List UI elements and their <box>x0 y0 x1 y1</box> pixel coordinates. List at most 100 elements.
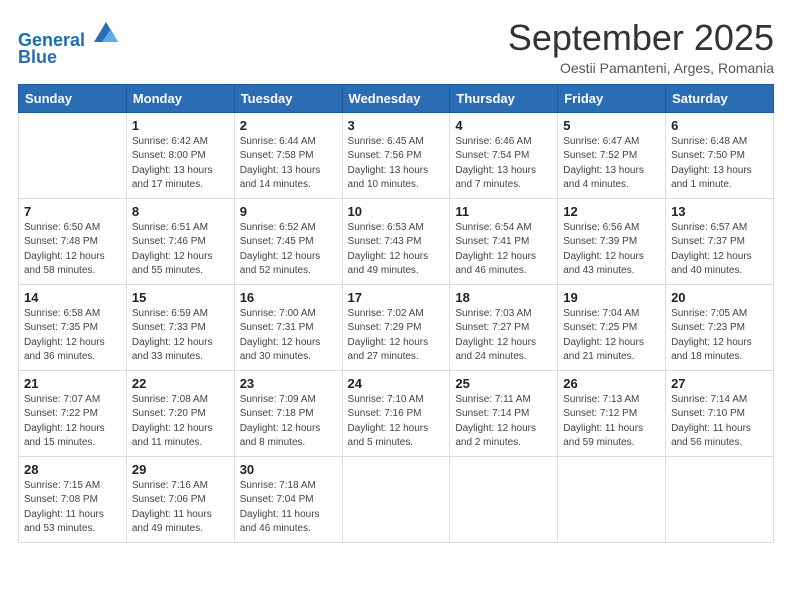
day-number: 17 <box>348 290 445 305</box>
day-number: 4 <box>455 118 552 133</box>
day-info: Sunrise: 7:10 AMSunset: 7:16 PMDaylight:… <box>348 393 445 451</box>
day-number: 27 <box>671 376 768 391</box>
calendar-week-5: 28 Sunrise: 7:15 AMSunset: 7:08 PMDayligh… <box>19 456 774 542</box>
day-number: 22 <box>132 376 229 391</box>
day-number: 15 <box>132 290 229 305</box>
calendar-cell: 16 Sunrise: 7:00 AMSunset: 7:31 PMDayligh… <box>234 284 342 370</box>
day-number: 1 <box>132 118 229 133</box>
calendar-cell: 3Sunrise: 6:45 AMSunset: 7:56 PMDaylight… <box>342 112 450 198</box>
calendar-cell: 27 Sunrise: 7:14 AMSunset: 7:10 PMDayligh… <box>666 370 774 456</box>
col-header-monday: Monday <box>126 84 234 112</box>
day-number: 30 <box>240 462 337 477</box>
col-header-sunday: Sunday <box>19 84 127 112</box>
day-number: 3 <box>348 118 445 133</box>
calendar: SundayMondayTuesdayWednesdayThursdayFrid… <box>18 84 774 543</box>
day-info: Sunrise: 6:53 AMSunset: 7:43 PMDaylight:… <box>348 221 445 279</box>
calendar-cell: 14 Sunrise: 6:58 AMSunset: 7:35 PMDayligh… <box>19 284 127 370</box>
day-number: 21 <box>24 376 121 391</box>
day-info: Sunrise: 6:54 AMSunset: 7:41 PMDaylight:… <box>455 221 552 279</box>
day-number: 19 <box>563 290 660 305</box>
day-number: 18 <box>455 290 552 305</box>
calendar-cell: 23 Sunrise: 7:09 AMSunset: 7:18 PMDayligh… <box>234 370 342 456</box>
day-info: Sunrise: 6:57 AMSunset: 7:37 PMDaylight:… <box>671 221 768 279</box>
calendar-week-3: 14 Sunrise: 6:58 AMSunset: 7:35 PMDayligh… <box>19 284 774 370</box>
calendar-cell: 2Sunrise: 6:44 AMSunset: 7:58 PMDaylight… <box>234 112 342 198</box>
month-title: September 2025 <box>508 18 774 58</box>
col-header-friday: Friday <box>558 84 666 112</box>
day-number: 26 <box>563 376 660 391</box>
day-info: Sunrise: 6:52 AMSunset: 7:45 PMDaylight:… <box>240 221 337 279</box>
day-number: 23 <box>240 376 337 391</box>
day-info: Sunrise: 6:42 AMSunset: 8:00 PMDaylight:… <box>132 135 229 193</box>
calendar-cell: 10 Sunrise: 6:53 AMSunset: 7:43 PMDayligh… <box>342 198 450 284</box>
calendar-cell <box>450 456 558 542</box>
calendar-cell: 7Sunrise: 6:50 AMSunset: 7:48 PMDaylight… <box>19 198 127 284</box>
calendar-cell: 20Sunrise: 7:05 AMSunset: 7:23 PMDayligh… <box>666 284 774 370</box>
logo-text: General <box>18 18 120 51</box>
day-info: Sunrise: 7:09 AMSunset: 7:18 PMDaylight:… <box>240 393 337 451</box>
day-number: 24 <box>348 376 445 391</box>
logo-icon <box>92 18 120 46</box>
calendar-cell: 12 Sunrise: 6:56 AMSunset: 7:39 PMDayligh… <box>558 198 666 284</box>
calendar-cell: 15 Sunrise: 6:59 AMSunset: 7:33 PMDayligh… <box>126 284 234 370</box>
location: Oestii Pamanteni, Arges, Romania <box>508 60 774 76</box>
day-number: 7 <box>24 204 121 219</box>
header: General Blue September 2025 Oestii Paman… <box>18 18 774 76</box>
day-number: 16 <box>240 290 337 305</box>
calendar-cell: 11 Sunrise: 6:54 AMSunset: 7:41 PMDayligh… <box>450 198 558 284</box>
day-number: 13 <box>671 204 768 219</box>
calendar-cell: 26 Sunrise: 7:13 AMSunset: 7:12 PMDayligh… <box>558 370 666 456</box>
day-number: 11 <box>455 204 552 219</box>
calendar-cell: 22 Sunrise: 7:08 AMSunset: 7:20 PMDayligh… <box>126 370 234 456</box>
calendar-cell: 1 Sunrise: 6:42 AMSunset: 8:00 PMDaylight… <box>126 112 234 198</box>
calendar-cell: 8 Sunrise: 6:51 AMSunset: 7:46 PMDaylight… <box>126 198 234 284</box>
calendar-week-2: 7Sunrise: 6:50 AMSunset: 7:48 PMDaylight… <box>19 198 774 284</box>
title-block: September 2025 Oestii Pamanteni, Arges, … <box>508 18 774 76</box>
day-number: 14 <box>24 290 121 305</box>
day-info: Sunrise: 6:48 AMSunset: 7:50 PMDaylight:… <box>671 135 768 193</box>
col-header-tuesday: Tuesday <box>234 84 342 112</box>
page: General Blue September 2025 Oestii Paman… <box>0 0 792 612</box>
calendar-cell: 30 Sunrise: 7:18 AMSunset: 7:04 PMDayligh… <box>234 456 342 542</box>
day-info: Sunrise: 7:14 AMSunset: 7:10 PMDaylight:… <box>671 393 768 451</box>
calendar-cell: 5Sunrise: 6:47 AMSunset: 7:52 PMDaylight… <box>558 112 666 198</box>
day-info: Sunrise: 6:58 AMSunset: 7:35 PMDaylight:… <box>24 307 121 365</box>
calendar-week-4: 21 Sunrise: 7:07 AMSunset: 7:22 PMDayligh… <box>19 370 774 456</box>
col-header-wednesday: Wednesday <box>342 84 450 112</box>
day-info: Sunrise: 7:08 AMSunset: 7:20 PMDaylight:… <box>132 393 229 451</box>
calendar-cell <box>342 456 450 542</box>
calendar-cell: 17Sunrise: 7:02 AMSunset: 7:29 PMDayligh… <box>342 284 450 370</box>
col-header-saturday: Saturday <box>666 84 774 112</box>
day-number: 29 <box>132 462 229 477</box>
day-info: Sunrise: 6:56 AMSunset: 7:39 PMDaylight:… <box>563 221 660 279</box>
calendar-cell: 24 Sunrise: 7:10 AMSunset: 7:16 PMDayligh… <box>342 370 450 456</box>
day-number: 8 <box>132 204 229 219</box>
day-info: Sunrise: 6:46 AMSunset: 7:54 PMDaylight:… <box>455 135 552 193</box>
calendar-cell: 28 Sunrise: 7:15 AMSunset: 7:08 PMDayligh… <box>19 456 127 542</box>
calendar-cell <box>19 112 127 198</box>
day-info: Sunrise: 6:47 AMSunset: 7:52 PMDaylight:… <box>563 135 660 193</box>
calendar-cell: 9 Sunrise: 6:52 AMSunset: 7:45 PMDaylight… <box>234 198 342 284</box>
day-info: Sunrise: 6:59 AMSunset: 7:33 PMDaylight:… <box>132 307 229 365</box>
day-number: 28 <box>24 462 121 477</box>
day-number: 20 <box>671 290 768 305</box>
day-info: Sunrise: 7:18 AMSunset: 7:04 PMDaylight:… <box>240 479 337 537</box>
day-info: Sunrise: 7:04 AMSunset: 7:25 PMDaylight:… <box>563 307 660 365</box>
day-info: Sunrise: 7:11 AMSunset: 7:14 PMDaylight:… <box>455 393 552 451</box>
day-info: Sunrise: 6:51 AMSunset: 7:46 PMDaylight:… <box>132 221 229 279</box>
day-info: Sunrise: 7:15 AMSunset: 7:08 PMDaylight:… <box>24 479 121 537</box>
calendar-header-row: SundayMondayTuesdayWednesdayThursdayFrid… <box>19 84 774 112</box>
day-info: Sunrise: 7:00 AMSunset: 7:31 PMDaylight:… <box>240 307 337 365</box>
col-header-thursday: Thursday <box>450 84 558 112</box>
day-number: 12 <box>563 204 660 219</box>
day-number: 10 <box>348 204 445 219</box>
calendar-cell: 6Sunrise: 6:48 AMSunset: 7:50 PMDaylight… <box>666 112 774 198</box>
calendar-cell: 19 Sunrise: 7:04 AMSunset: 7:25 PMDayligh… <box>558 284 666 370</box>
day-info: Sunrise: 7:13 AMSunset: 7:12 PMDaylight:… <box>563 393 660 451</box>
calendar-cell: 18Sunrise: 7:03 AMSunset: 7:27 PMDayligh… <box>450 284 558 370</box>
day-info: Sunrise: 7:07 AMSunset: 7:22 PMDaylight:… <box>24 393 121 451</box>
day-info: Sunrise: 7:16 AMSunset: 7:06 PMDaylight:… <box>132 479 229 537</box>
day-number: 9 <box>240 204 337 219</box>
calendar-cell: 29 Sunrise: 7:16 AMSunset: 7:06 PMDayligh… <box>126 456 234 542</box>
day-info: Sunrise: 6:44 AMSunset: 7:58 PMDaylight:… <box>240 135 337 193</box>
